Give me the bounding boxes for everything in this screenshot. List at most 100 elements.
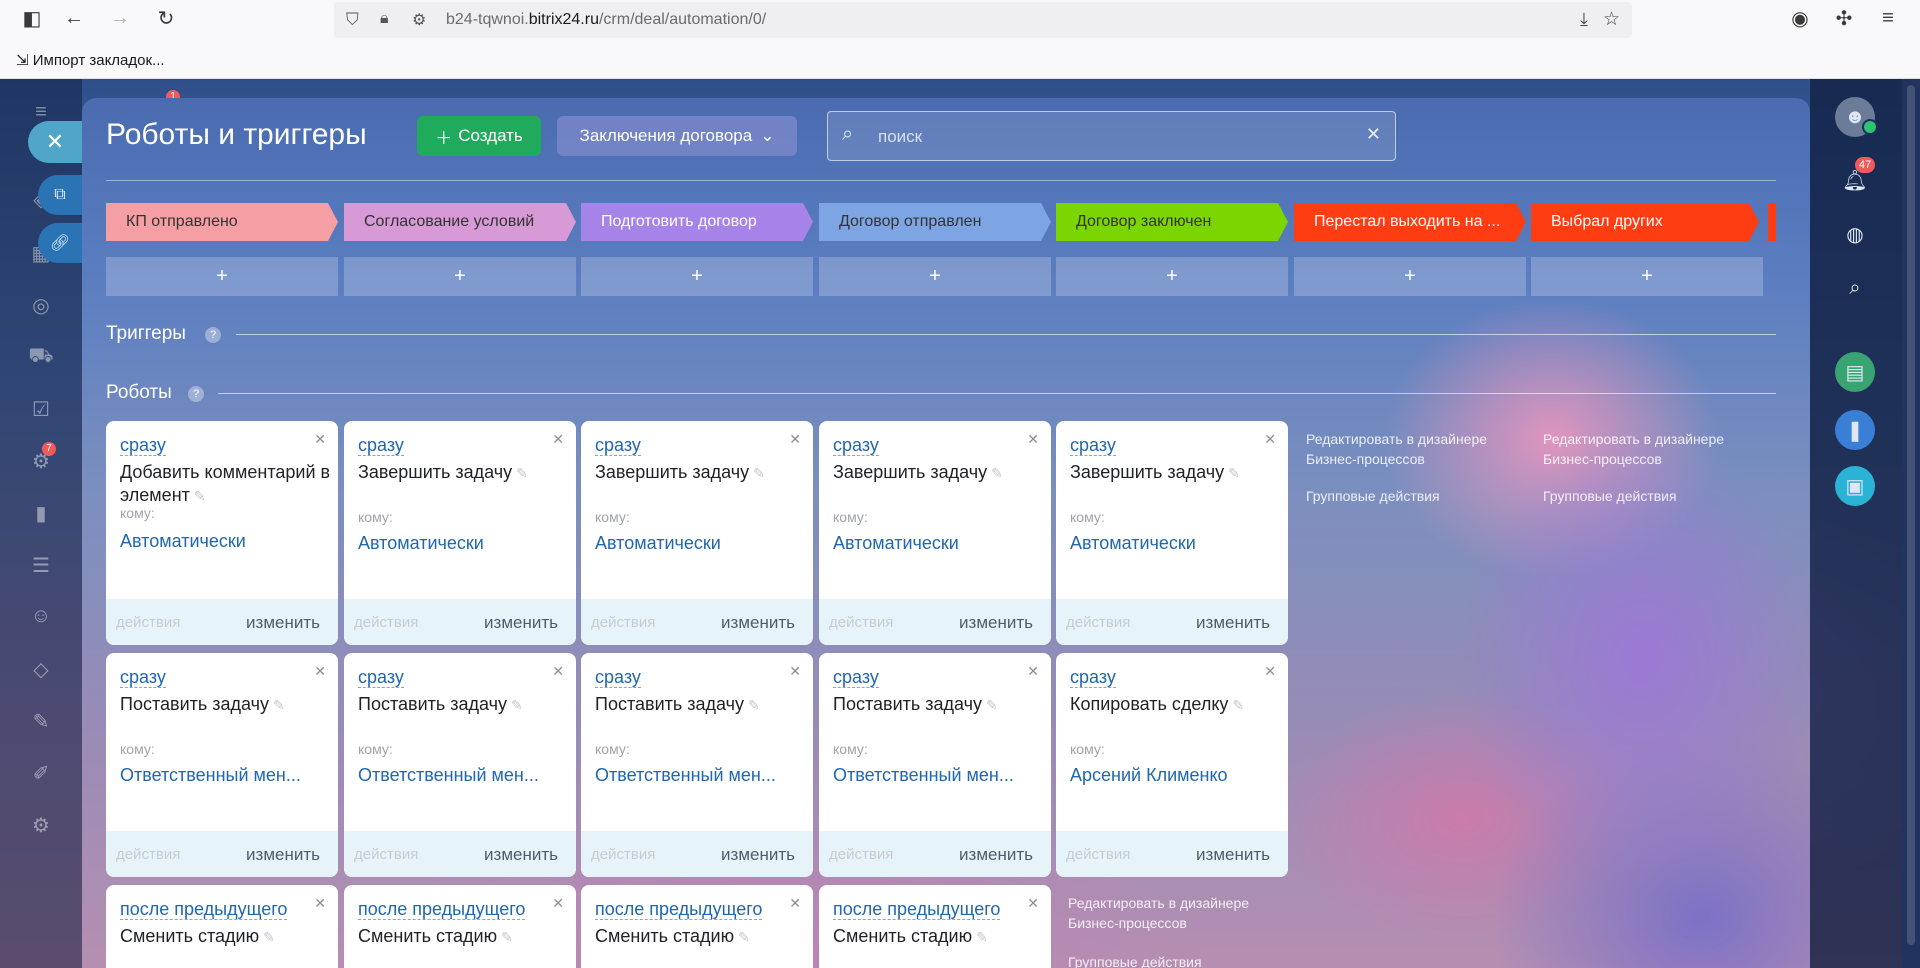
robot-delay-link[interactable]: сразу — [1070, 435, 1116, 456]
edit-robot-link[interactable]: изменить — [721, 613, 795, 633]
bookmark-icon[interactable]: ❚ — [1835, 410, 1875, 450]
lock-icon[interactable]: 🔒︎ — [380, 10, 389, 28]
box-icon[interactable]: ◇ — [28, 657, 54, 683]
actions-link[interactable]: действия — [116, 846, 180, 863]
edit-robot-link[interactable]: изменить — [959, 613, 1033, 633]
site-permissions-icon[interactable]: ⚙ — [412, 10, 426, 30]
search-input[interactable]: ⌕ поиск ✕ — [827, 111, 1396, 161]
pencil-icon[interactable]: ✎ — [263, 929, 275, 945]
edit-robot-link[interactable]: изменить — [246, 613, 320, 633]
stage-1[interactable]: КП отправлено — [106, 203, 338, 241]
edit-robot-link[interactable]: изменить — [246, 845, 320, 865]
delete-robot-icon[interactable]: ✕ — [552, 663, 564, 680]
robot-card[interactable]: сразу ✕ Поставить задачу ✎ кому: Ответственны… — [106, 653, 338, 877]
pencil-icon[interactable]: ✎ — [194, 488, 206, 504]
close-slider-button[interactable]: ✕ — [28, 121, 82, 163]
sidebar-toggle-icon[interactable]: ◧ — [18, 4, 46, 32]
actions-link[interactable]: действия — [829, 846, 893, 863]
delete-robot-icon[interactable]: ✕ — [789, 431, 801, 448]
robot-card[interactable]: сразу ✕ Поставить задачу ✎ кому: Ответственны… — [819, 653, 1051, 877]
group-actions-stage6[interactable]: Групповые действия — [1306, 488, 1440, 504]
documents-icon[interactable]: ✎ — [28, 709, 54, 735]
robot-card[interactable]: сразу ✕ Завершить задачу ✎ кому: Автоматическ… — [344, 421, 576, 645]
robot-card[interactable]: после предыдущего ✕ Сменить стадию ✎ — [819, 885, 1051, 968]
pencil-icon[interactable]: ✎ — [986, 697, 998, 713]
target-icon[interactable]: ◎ — [28, 293, 54, 319]
pencil-icon[interactable]: ✎ — [753, 465, 765, 481]
delete-robot-icon[interactable]: ✕ — [789, 663, 801, 680]
stage-6[interactable]: Перестал выходить на ... — [1294, 203, 1526, 241]
add-trigger-button[interactable]: + — [1531, 257, 1763, 296]
edit-robot-link[interactable]: изменить — [1196, 613, 1270, 633]
delete-robot-icon[interactable]: ✕ — [314, 895, 326, 912]
add-trigger-button[interactable]: + — [1294, 257, 1526, 296]
robot-card[interactable]: после предыдущего ✕ Сменить стадию ✎ — [581, 885, 813, 968]
robot-delay-link[interactable]: сразу — [120, 435, 166, 456]
robots-help-icon[interactable]: ? — [188, 386, 204, 402]
assignee-value[interactable]: Ответственный мен... — [595, 765, 805, 786]
pencil-icon[interactable]: ✎ — [273, 697, 285, 713]
actions-link[interactable]: действия — [591, 846, 655, 863]
robot-delay-link[interactable]: сразу — [595, 667, 641, 688]
stage-2[interactable]: Согласование условий — [344, 203, 576, 241]
tools-icon[interactable]: ✐ — [28, 761, 54, 787]
download-icon[interactable]: ⤓ — [1580, 9, 1588, 30]
edit-robot-link[interactable]: изменить — [721, 845, 795, 865]
delete-robot-icon[interactable]: ✕ — [552, 895, 564, 912]
pencil-icon[interactable]: ✎ — [511, 697, 523, 713]
edit-robot-link[interactable]: изменить — [484, 845, 558, 865]
openlines-icon[interactable]: ◍ — [1835, 214, 1875, 254]
delete-robot-icon[interactable]: ✕ — [552, 431, 564, 448]
analytics-icon[interactable]: ▮ — [28, 501, 54, 527]
assignee-value[interactable]: Автоматически — [1070, 533, 1280, 554]
robot-delay-link[interactable]: сразу — [1070, 667, 1116, 688]
scroll-thumb[interactable] — [1907, 85, 1915, 945]
group-actions-stage5[interactable]: Групповые действия — [1068, 954, 1202, 968]
pencil-icon[interactable]: ✎ — [738, 929, 750, 945]
designer-link-stage7[interactable]: Редактировать в дизайнере Бизнес-процесс… — [1543, 429, 1753, 469]
assignee-value[interactable]: Автоматически — [595, 533, 805, 554]
actions-link[interactable]: действия — [116, 614, 180, 631]
create-button[interactable]: ＋ Создать — [417, 116, 541, 156]
assignee-value[interactable]: Арсений Клименко — [1070, 765, 1280, 786]
designer-link-stage5[interactable]: Редактировать в дизайнере Бизнес-процесс… — [1068, 893, 1278, 933]
copy-link-button[interactable]: 🔗︎ — [38, 223, 82, 263]
add-trigger-button[interactable]: + — [106, 257, 338, 296]
actions-link[interactable]: действия — [1066, 614, 1130, 631]
stage-5[interactable]: Договор заключен — [1056, 203, 1288, 241]
import-bookmarks-link[interactable]: ⇲ Импорт закладок... — [16, 51, 165, 69]
robot-card[interactable]: сразу ✕ Копировать сделку ✎ кому: Арсений Кли… — [1056, 653, 1288, 877]
add-trigger-button[interactable]: + — [581, 257, 813, 296]
chat-icon[interactable]: ▣ — [1835, 466, 1875, 506]
add-trigger-button[interactable]: + — [819, 257, 1051, 296]
open-new-window-button[interactable]: ⧉ — [38, 175, 82, 215]
stage-3[interactable]: Подготовить договор — [581, 203, 813, 241]
pipeline-selector[interactable]: Заключения договора ⌄ — [557, 116, 797, 156]
pencil-icon[interactable]: ✎ — [516, 465, 528, 481]
assignee-value[interactable]: Автоматически — [358, 533, 568, 554]
edit-robot-link[interactable]: изменить — [1196, 845, 1270, 865]
robot-card[interactable]: сразу ✕ Завершить задачу ✎ кому: Автоматическ… — [1056, 421, 1288, 645]
pencil-icon[interactable]: ✎ — [976, 929, 988, 945]
actions-link[interactable]: действия — [829, 614, 893, 631]
search-chat-icon[interactable]: ⌕ — [1835, 268, 1875, 308]
actions-link[interactable]: действия — [354, 846, 418, 863]
assignee-value[interactable]: Ответственный мен... — [120, 765, 330, 786]
actions-link[interactable]: действия — [1066, 846, 1130, 863]
delete-robot-icon[interactable]: ✕ — [1264, 663, 1276, 680]
actions-link[interactable]: действия — [354, 614, 418, 631]
clear-search-icon[interactable]: ✕ — [1366, 124, 1381, 145]
add-trigger-button[interactable]: + — [1056, 257, 1288, 296]
robot-card[interactable]: сразу ✕ Добавить комментарий в элемент ✎ ком… — [106, 421, 338, 645]
delete-robot-icon[interactable]: ✕ — [1027, 895, 1039, 912]
actions-link[interactable]: действия — [591, 614, 655, 631]
extensions-icon[interactable]: ✣ — [1830, 4, 1858, 32]
robot-delay-link[interactable]: после предыдущего — [595, 899, 763, 920]
edit-robot-link[interactable]: изменить — [959, 845, 1033, 865]
pencil-icon[interactable]: ✎ — [748, 697, 760, 713]
settings-icon[interactable]: ⚙ — [28, 813, 54, 839]
delete-robot-icon[interactable]: ✕ — [314, 663, 326, 680]
stage-4[interactable]: Договор отправлен — [819, 203, 1051, 241]
assignee-value[interactable]: Автоматически — [120, 531, 330, 552]
robot-delay-link[interactable]: сразу — [358, 667, 404, 688]
